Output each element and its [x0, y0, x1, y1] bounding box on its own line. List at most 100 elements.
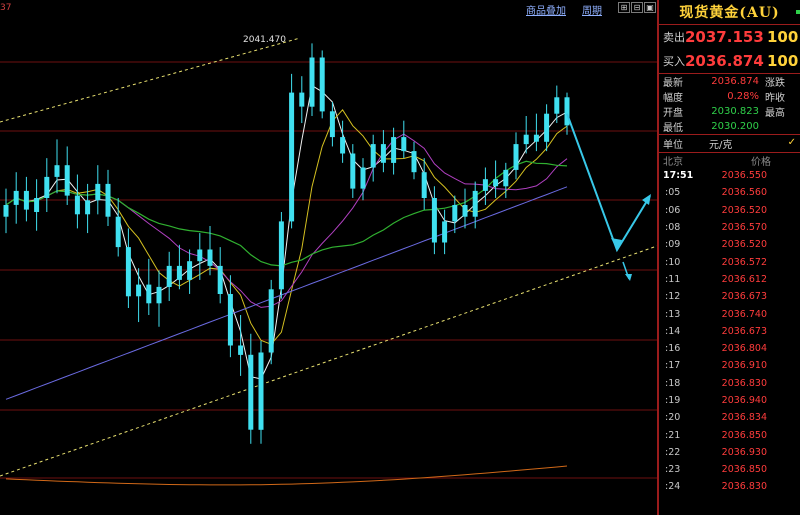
- candle-body: [34, 198, 40, 212]
- candle-body: [340, 137, 346, 154]
- tick-price: 2036.550: [721, 170, 767, 182]
- dropdown-check-icon[interactable]: ✓: [788, 137, 796, 148]
- overlay-button[interactable]: 商品叠加: [526, 2, 566, 17]
- stat-row-open: 开盘 2030.823 最高: [663, 106, 785, 119]
- candle-body: [452, 205, 458, 222]
- tick-price: 2036.834: [721, 412, 767, 424]
- sell-quote: 卖出 2037.153 100: [663, 28, 799, 46]
- candle-body: [380, 144, 386, 163]
- tick-list[interactable]: 17:51 2036.550 :05 2036.560 :06 2036.520 :08 20…: [659, 167, 800, 496]
- channel-upper-line: [0, 37, 301, 123]
- candle-body: [391, 137, 397, 163]
- candle-body: [187, 261, 193, 280]
- unit-row[interactable]: 单位 元/克 ✓: [659, 135, 800, 152]
- tick-time: :18: [665, 377, 681, 389]
- tick-row: :18 2036.830: [659, 375, 800, 392]
- unit-value: 元/克: [709, 140, 733, 151]
- ma-fast-line: [5, 84, 568, 380]
- channel-lower-line: [0, 245, 657, 477]
- tick-time: :20: [665, 412, 681, 424]
- tick-row: :05 2036.560: [659, 184, 800, 201]
- candle-body: [289, 92, 295, 222]
- candle-body: [238, 345, 244, 355]
- tick-price: 2036.673: [721, 325, 767, 337]
- tick-time: 17:51: [663, 170, 694, 182]
- tick-time: :10: [665, 256, 681, 268]
- tick-price: 2036.830: [721, 377, 767, 389]
- candle-body: [278, 221, 284, 290]
- grid-lines: [0, 61, 657, 479]
- candle-body: [44, 176, 50, 198]
- ma-mid-line: [5, 108, 568, 345]
- candle-body: [64, 165, 70, 196]
- tick-row: :16 2036.804: [659, 340, 800, 357]
- period-button[interactable]: 周期: [582, 2, 602, 17]
- candle-body: [54, 165, 60, 177]
- tick-time: :22: [665, 446, 681, 458]
- tick-time: :17: [665, 360, 681, 372]
- tick-row: :11 2036.612: [659, 271, 800, 288]
- tick-price: 2036.850: [721, 429, 767, 441]
- candle-body: [115, 216, 121, 248]
- tick-row: :06 2036.520: [659, 202, 800, 219]
- tick-time: :05: [665, 187, 681, 199]
- tick-price: 2036.570: [721, 222, 767, 234]
- zoom-out-icon[interactable]: ⊟: [631, 2, 643, 13]
- tick-time: :14: [665, 325, 681, 337]
- candle-body: [544, 113, 550, 142]
- tick-price: 2036.830: [721, 481, 767, 493]
- candle-body: [74, 195, 80, 215]
- chart-canvas[interactable]: [0, 0, 657, 515]
- tick-time: :12: [665, 291, 681, 303]
- buy-quote: 买入 2036.874 100: [663, 52, 799, 70]
- candle-body: [156, 286, 162, 304]
- stat-row-low: 最低 2030.200: [663, 121, 759, 134]
- tick-row: :09 2036.520: [659, 236, 800, 253]
- candle-body: [523, 134, 529, 145]
- moving-averages: [5, 84, 568, 486]
- restore-icon[interactable]: ▣: [644, 2, 656, 13]
- candle-body: [248, 354, 254, 430]
- stat-row-latest: 最新 2036.874 涨跌: [663, 76, 785, 89]
- sell-price: 2037.153: [685, 28, 764, 46]
- tick-row: :22 2036.930: [659, 444, 800, 461]
- candle-body: [503, 169, 509, 187]
- tick-price: 2036.910: [721, 360, 767, 372]
- tick-price: 2036.673: [721, 291, 767, 303]
- candle-body: [166, 265, 172, 287]
- tick-price: 2036.804: [721, 343, 767, 355]
- candle-body: [105, 183, 111, 217]
- stat-row-range: 幅度 0.28% 昨收: [663, 91, 785, 104]
- tick-row: :14 2036.673: [659, 323, 800, 340]
- candle-body: [197, 249, 203, 262]
- projection-path: [566, 113, 651, 253]
- tick-time: :09: [665, 239, 681, 251]
- tick-row: :24 2036.830: [659, 478, 800, 495]
- candle-body: [472, 190, 478, 217]
- tick-time: :19: [665, 395, 681, 406]
- projection-arrows: [566, 113, 651, 281]
- candle-body: [207, 249, 213, 266]
- tick-header: 北京 价格: [663, 156, 771, 168]
- buy-volume: 100: [767, 52, 799, 70]
- tick-price: 2036.940: [721, 395, 767, 406]
- instrument-title: 现货黄金(AU): [659, 0, 800, 24]
- ma-blue-line: [5, 186, 568, 400]
- candle-body: [462, 205, 468, 217]
- zoom-in-icon[interactable]: ⊞: [618, 2, 630, 13]
- tick-time: :16: [665, 343, 681, 355]
- candle-body: [319, 57, 325, 112]
- tick-price: 2036.740: [721, 308, 767, 320]
- tick-row: :19 2036.940: [659, 392, 800, 409]
- candlestick-chart[interactable]: 37 商品叠加 周期 ⊞ ⊟ ▣ 2041.470: [0, 0, 657, 515]
- tick-price: 2036.612: [721, 273, 767, 285]
- tick-time: :08: [665, 222, 681, 234]
- candle-body: [227, 294, 233, 346]
- candle-body: [350, 153, 356, 189]
- candle-body: [554, 97, 560, 114]
- tick-time: :21: [665, 429, 681, 441]
- tick-row: :12 2036.673: [659, 288, 800, 305]
- tick-row: :10 2036.572: [659, 253, 800, 270]
- tick-price: 2036.560: [721, 187, 767, 199]
- peak-annotation: 2041.470: [243, 35, 286, 45]
